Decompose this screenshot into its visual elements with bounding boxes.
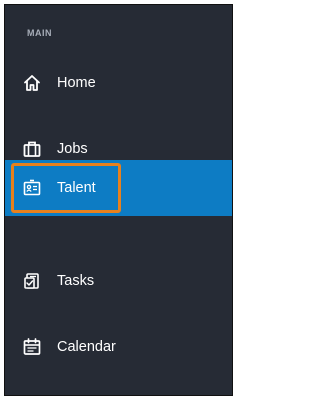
sidebar-item-calendar[interactable]: Calendar — [5, 319, 232, 375]
sidebar-item-tasks[interactable]: Tasks — [5, 253, 232, 309]
sidebar-item-label: Tasks — [57, 273, 95, 289]
tasks-icon — [21, 270, 43, 292]
sidebar-item-label: Home — [57, 75, 96, 91]
sidebar-item-label: Talent — [57, 180, 96, 196]
id-card-icon — [21, 177, 43, 199]
screenshot-frame: MAIN Home Jobs Talent Tasks Calendar — [0, 0, 237, 402]
section-label-main: MAIN — [27, 28, 52, 38]
sidebar-item-label: Calendar — [57, 339, 116, 355]
briefcase-icon — [21, 138, 43, 160]
sidebar-item-home[interactable]: Home — [5, 55, 232, 111]
sidebar-item-talent[interactable]: Talent — [5, 160, 232, 216]
sidebar-item-label: Jobs — [57, 141, 88, 157]
calendar-icon — [21, 336, 43, 358]
home-icon — [21, 72, 43, 94]
sidebar: MAIN Home Jobs Talent Tasks Calendar — [4, 4, 233, 396]
